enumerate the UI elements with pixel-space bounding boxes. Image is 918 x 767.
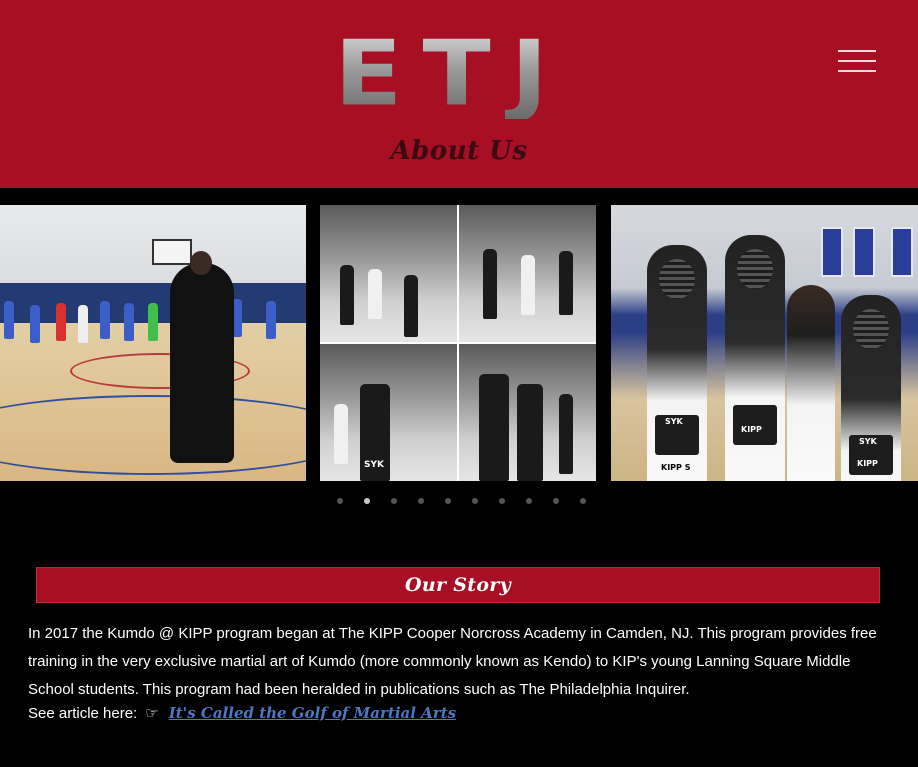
tare-nametag: SYK [364, 460, 384, 470]
our-story-heading-bar: Our Story [36, 567, 880, 603]
kendo-tare: SYK KIPP [849, 435, 893, 475]
kendo-team-photo: SYK KIPP S KIPP SYK KIPP [611, 205, 918, 481]
kendoka-figure [368, 269, 382, 319]
article-line: See article here: ☞ It's Called the Golf… [28, 700, 456, 726]
kendoka-figure [517, 384, 543, 481]
photo-gallery[interactable]: SYK SYK KIPP S KIPP SYK KIPP [0, 188, 918, 518]
gallery-pagination [0, 497, 918, 505]
gallery-dot[interactable] [390, 498, 397, 504]
site-logo[interactable]: ETJ [334, 18, 548, 130]
gallery-dot[interactable] [498, 498, 505, 504]
wall-banner [853, 227, 875, 277]
our-story-heading: Our Story [405, 574, 511, 596]
collage-cell [459, 205, 596, 342]
kendoka-figure [479, 374, 509, 481]
kendoka-in-bogu: SYK KIPP [841, 295, 901, 481]
collage-cell [320, 205, 457, 342]
article-link[interactable]: It's Called the Golf of Martial Arts [169, 704, 456, 722]
gallery-dot[interactable] [579, 498, 586, 504]
kendoka-in-bogu: KIPP [725, 235, 785, 481]
kendoka-figure [334, 404, 348, 464]
kendo-men-helmet [853, 309, 889, 349]
instructor-figure [170, 251, 234, 463]
wall-banner [891, 227, 913, 277]
gallery-slide-kendo-team-photo[interactable]: SYK KIPP S KIPP SYK KIPP [611, 205, 918, 481]
bw-collage-photo: SYK [320, 205, 596, 481]
wall-banner [821, 227, 843, 277]
menu-bar-line [838, 70, 876, 72]
pointing-hand-icon: ☞ [145, 705, 159, 722]
student-in-bogu [787, 285, 835, 481]
menu-bar-line [838, 60, 876, 62]
kendoka-in-bogu: SYK KIPP S [647, 245, 707, 481]
student-figure [266, 301, 276, 339]
gallery-slide-collage-photo[interactable]: SYK [320, 205, 596, 481]
student-figure [78, 305, 88, 343]
kendoka-figure [521, 255, 535, 315]
collage-cell [459, 344, 596, 481]
kendoka-figure [559, 251, 573, 315]
kendo-men-helmet [737, 249, 773, 289]
story-paragraph: In 2017 the Kumdo @ KIPP program began a… [28, 625, 877, 698]
gallery-dot[interactable] [552, 498, 559, 504]
student-figure [30, 305, 40, 343]
gallery-dot[interactable] [444, 498, 451, 504]
kendoka-figure [340, 265, 354, 325]
logo-text: ETJ [334, 20, 568, 127]
gallery-dot[interactable] [336, 498, 343, 504]
menu-bar-line [838, 50, 876, 52]
gallery-dot[interactable] [417, 498, 424, 504]
hamburger-menu-icon[interactable] [838, 50, 876, 72]
gym-photo [0, 205, 306, 481]
student-figure [100, 301, 110, 339]
kendo-tare: SYK [655, 415, 699, 455]
kendo-men-helmet [659, 259, 695, 299]
article-prefix: See article here: [28, 704, 138, 722]
basketball-hoop [152, 239, 192, 265]
kendo-tare: KIPP [733, 405, 777, 445]
gallery-slide-gym-photo[interactable] [0, 205, 306, 481]
gallery-dot[interactable] [471, 498, 478, 504]
student-figure [56, 303, 66, 341]
collage-cell: SYK [320, 344, 457, 481]
student-figure [124, 303, 134, 341]
student-figure [4, 301, 14, 339]
gallery-dot[interactable] [525, 498, 532, 504]
kendoka-figure [404, 275, 418, 337]
kendoka-figure [483, 249, 497, 319]
student-figure [148, 303, 158, 341]
court-line [0, 395, 306, 475]
site-header: ETJ About Us [0, 0, 918, 188]
gallery-dot[interactable] [363, 498, 370, 504]
page-title: About Us [390, 136, 528, 166]
kendoka-figure [559, 394, 573, 474]
